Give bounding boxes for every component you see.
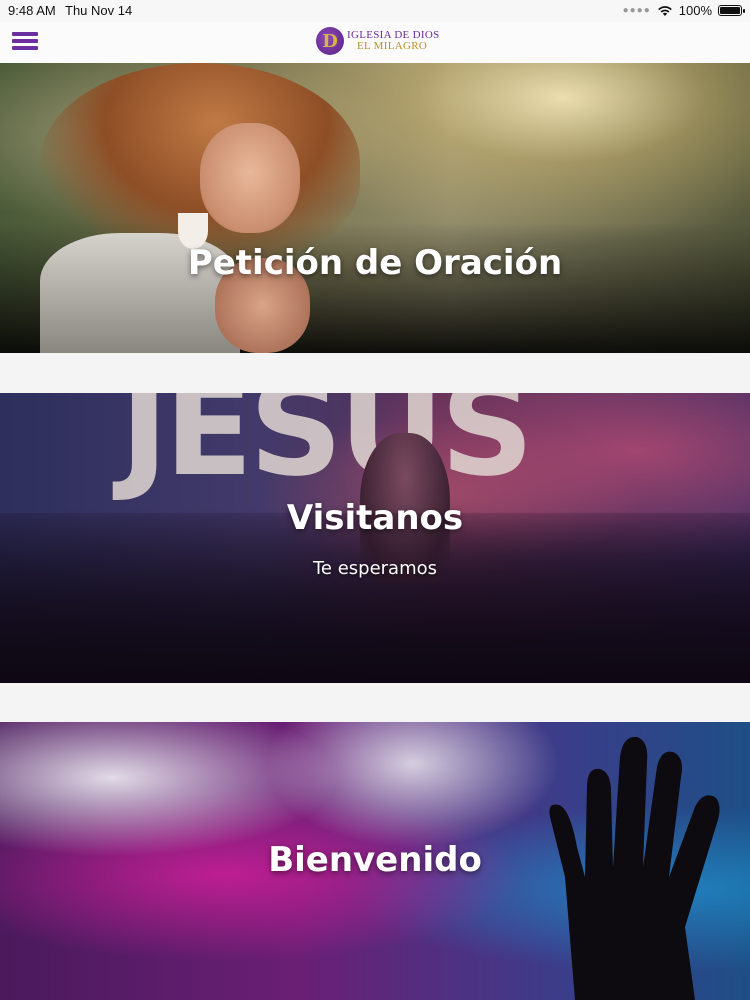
battery-percent: 100% <box>678 3 712 18</box>
card-visit[interactable]: JESUS Visitanos Te esperamos <box>0 393 750 683</box>
status-date: Thu Nov 14 <box>65 3 133 18</box>
card-title: Visitanos <box>286 498 464 538</box>
card-subtitle: Te esperamos <box>312 558 438 579</box>
status-indicators: ●●●● 100% <box>622 3 745 18</box>
battery-icon <box>718 5 745 16</box>
photo-crowd <box>0 513 750 683</box>
wifi-icon <box>657 5 673 17</box>
logo-mark-icon: D <box>316 27 344 55</box>
battery-fill <box>720 7 740 14</box>
card-welcome[interactable]: Bienvenido <box>0 722 750 1000</box>
photo-jesus-letters: JESUS <box>120 393 534 505</box>
church-logo: D IGLESIA DE DIOS EL MILAGRO <box>316 27 440 55</box>
logo-line2: EL MILAGRO <box>357 40 428 52</box>
card-prayer-request[interactable]: Petición de Oración <box>0 63 750 353</box>
status-bar: 9:48 AM Thu Nov 14 ●●●● 100% <box>0 0 750 22</box>
logo-text: IGLESIA DE DIOS EL MILAGRO <box>347 30 440 52</box>
card-title: Petición de Oración <box>187 243 563 283</box>
card-title: Bienvenido <box>268 840 482 880</box>
status-time: 9:48 AM <box>8 3 56 18</box>
photo-woman-face <box>200 123 300 233</box>
signal-dots-icon: ●●●● <box>622 5 651 16</box>
hamburger-menu-icon[interactable] <box>12 30 38 52</box>
app-header: D IGLESIA DE DIOS EL MILAGRO <box>0 22 750 63</box>
